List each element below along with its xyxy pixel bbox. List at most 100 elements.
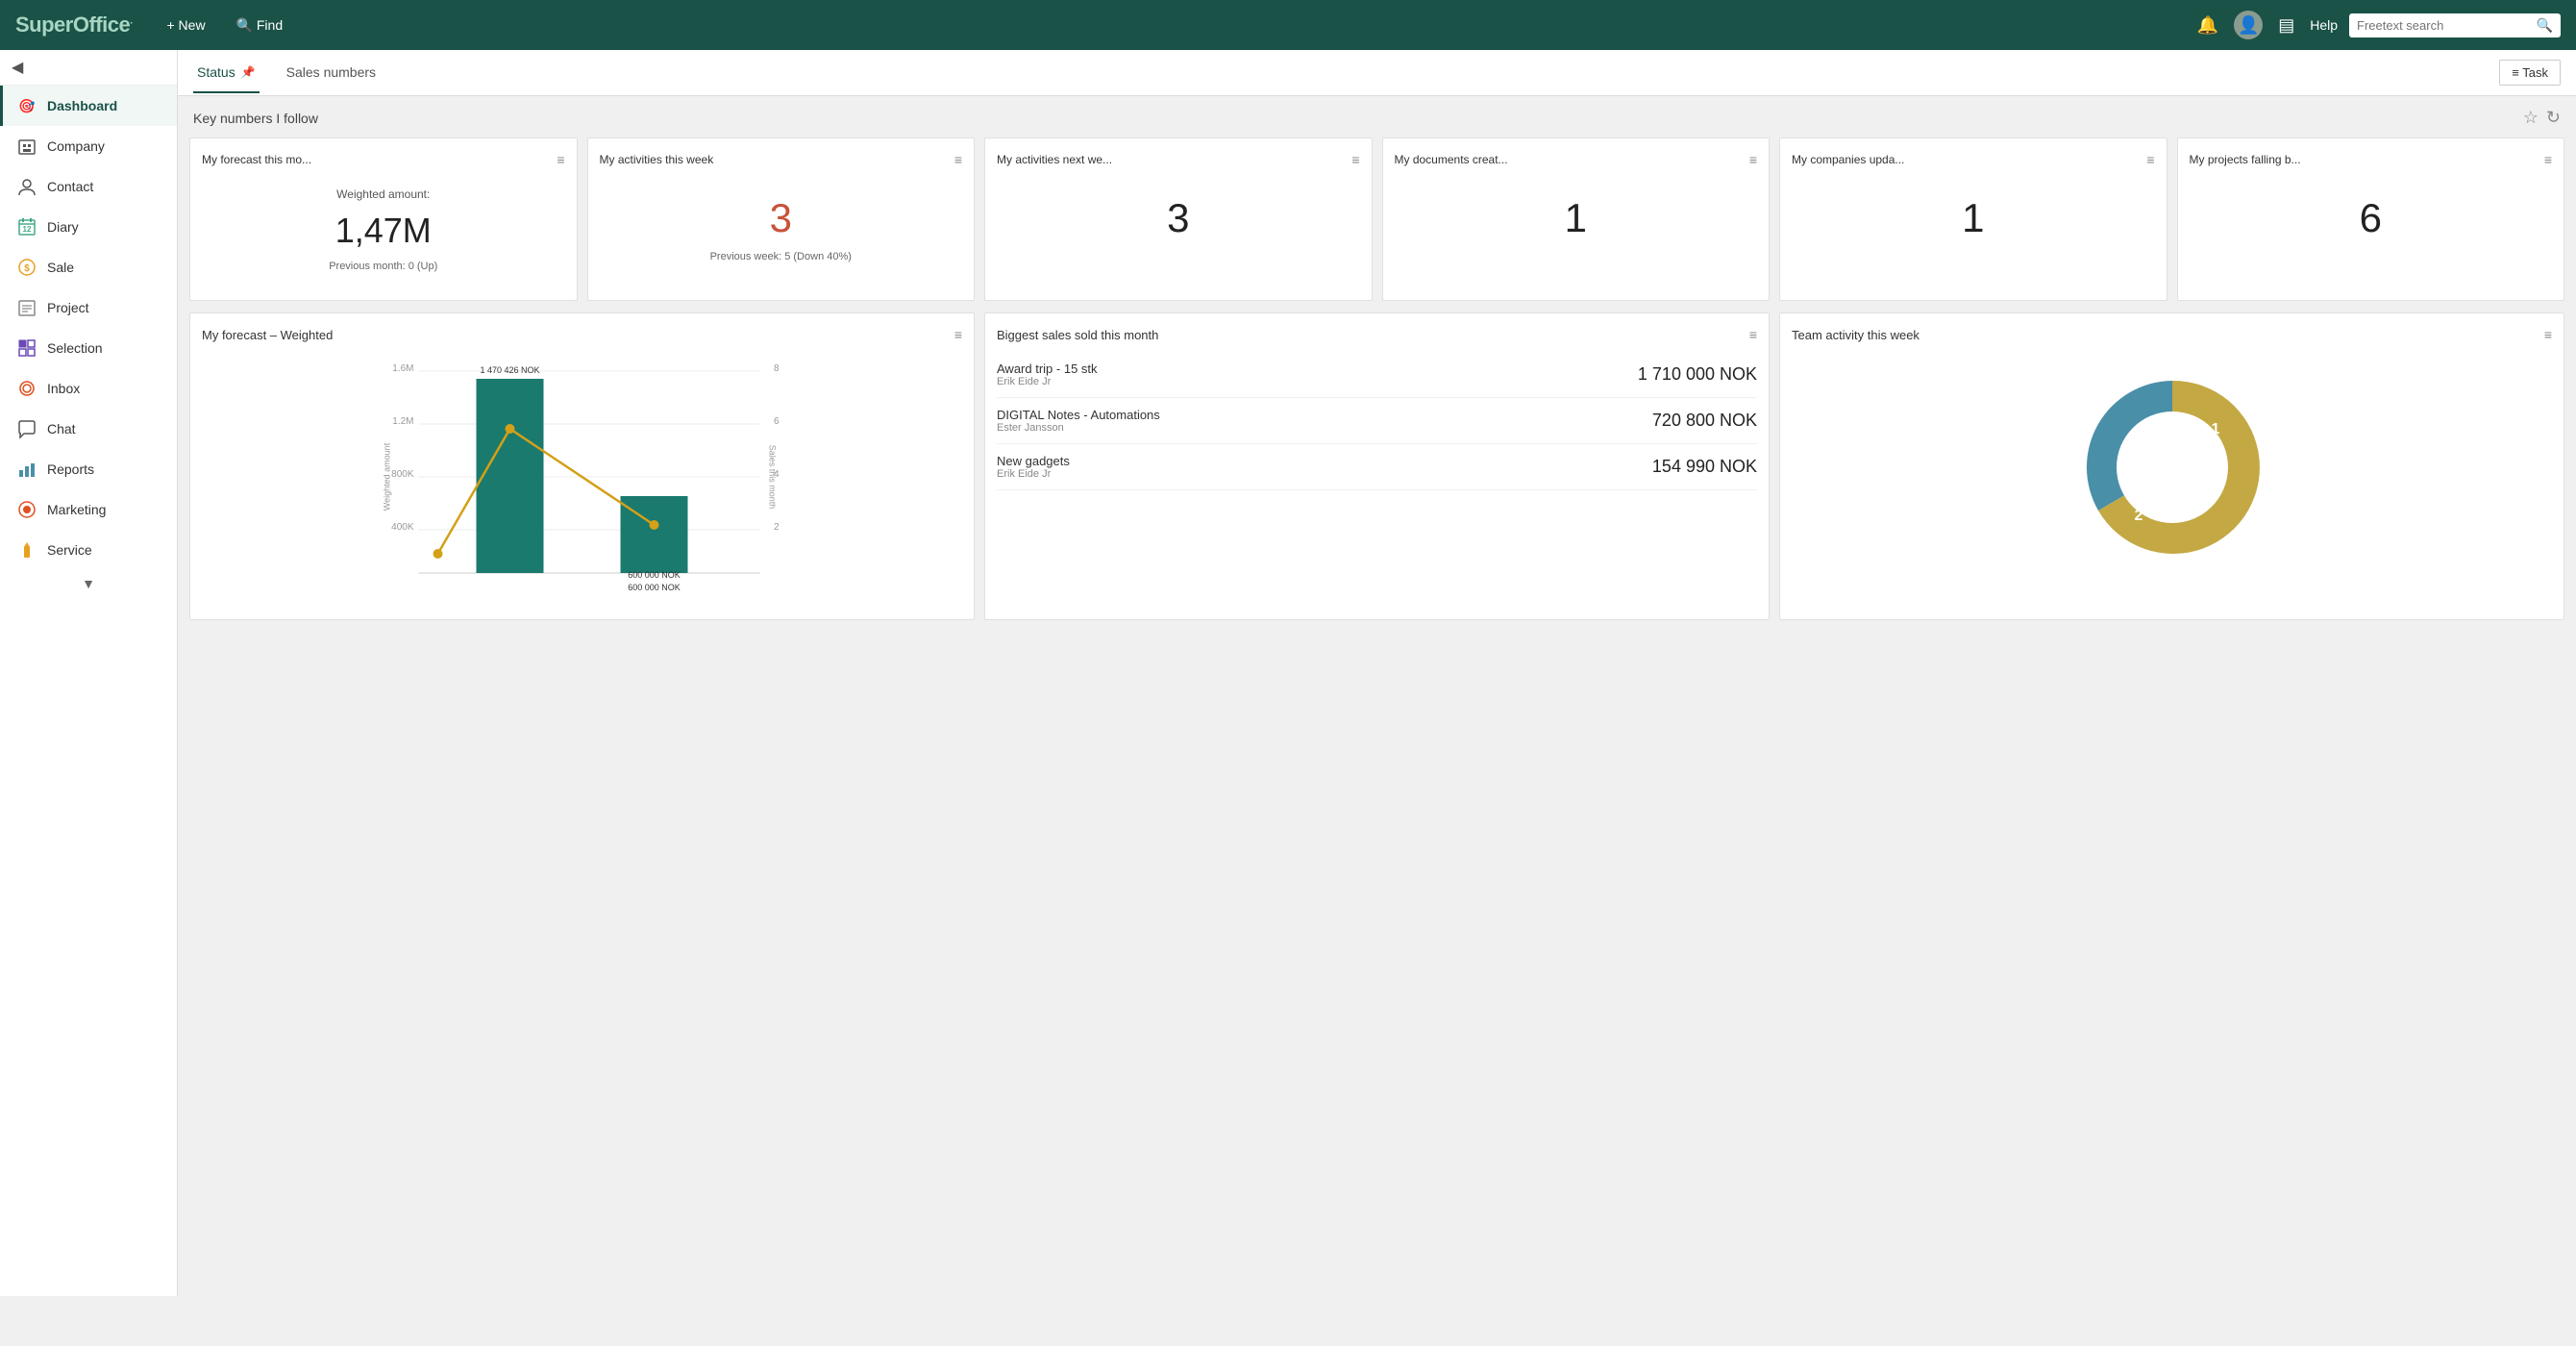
- sidebar-item-chat[interactable]: Chat: [0, 409, 177, 449]
- kpi-value: 3: [997, 176, 1360, 251]
- svg-text:2: 2: [774, 522, 780, 533]
- find-button[interactable]: 🔍 Find: [229, 13, 291, 37]
- contact-icon: [16, 176, 37, 197]
- sidebar-item-contact[interactable]: Contact: [0, 166, 177, 207]
- user-avatar[interactable]: 👤: [2234, 11, 2263, 39]
- sidebar-item-diary[interactable]: 12 Diary: [0, 207, 177, 247]
- sales-numbers-label: Sales numbers: [286, 64, 376, 80]
- sidebar-item-service[interactable]: Service: [0, 530, 177, 570]
- sidebar-scroll-down[interactable]: ▼: [0, 570, 177, 597]
- sidebar-item-project[interactable]: Project: [0, 287, 177, 328]
- kpi-card-projects: My projects falling b... ≡ 6: [2177, 137, 2565, 301]
- refresh-button[interactable]: ↻: [2546, 108, 2561, 128]
- svg-text:Weighted amount: Weighted amount: [383, 442, 392, 511]
- kpi-sub2: Previous week: 5 (Down 40%): [600, 251, 963, 262]
- kpi-menu-button[interactable]: ≡: [557, 152, 564, 167]
- sidebar-item-marketing[interactable]: Marketing: [0, 489, 177, 530]
- sidebar-item-label: Chat: [47, 421, 76, 436]
- dashboard-scrollable[interactable]: Key numbers I follow ☆ ↻ My forecast thi…: [178, 96, 2576, 1296]
- bottom-row: My forecast – Weighted ≡ 1.6M 1.2M 800K …: [189, 312, 2564, 620]
- svg-text:1.2M: 1.2M: [392, 416, 413, 427]
- sidebar-item-label: Diary: [47, 219, 79, 235]
- selection-icon: [16, 337, 37, 359]
- kpi-menu-button[interactable]: ≡: [2544, 152, 2552, 167]
- sales-row: New gadgets Erik Eide Jr 154 990 NOK: [997, 444, 1757, 490]
- kpi-menu-button[interactable]: ≡: [954, 152, 962, 167]
- biggest-sales-title: Biggest sales sold this month: [997, 328, 1158, 342]
- notification-bell[interactable]: 🔔: [2193, 12, 2222, 39]
- svg-text:12: 12: [23, 225, 32, 234]
- kpi-value: 6: [2190, 176, 2553, 251]
- section-actions: ☆ ↻: [2523, 108, 2561, 128]
- svg-text:1.6M: 1.6M: [392, 363, 413, 374]
- chat-icon: [16, 418, 37, 439]
- svg-text:2: 2: [2134, 508, 2143, 524]
- svg-text:1 470 426 NOK: 1 470 426 NOK: [480, 365, 539, 375]
- sidebar-item-label: Selection: [47, 340, 103, 356]
- task-label: ≡ Task: [2512, 65, 2548, 80]
- kpi-card-forecast: My forecast this mo... ≡ Weighted amount…: [189, 137, 578, 301]
- main-content: Status 📌 Sales numbers ≡ Task Key number…: [178, 50, 2576, 1296]
- kpi-card-title: My forecast this mo...: [202, 152, 311, 168]
- forecast-chart-svg: 1.6M 1.2M 800K 400K 8 6 4 2 Weighted amo…: [202, 352, 962, 602]
- service-icon: [16, 539, 37, 561]
- kpi-card-title: My documents creat...: [1395, 152, 1508, 168]
- topbar-icons: 🔔 👤 ▤ Help 🔍: [2193, 11, 2561, 39]
- sales-amount: 1 710 000 NOK: [1638, 364, 1757, 385]
- sidebar-item-company[interactable]: Company: [0, 126, 177, 166]
- biggest-sales-card: Biggest sales sold this month ≡ Award tr…: [984, 312, 1770, 620]
- forecast-chart-menu[interactable]: ≡: [954, 327, 962, 342]
- sales-name: New gadgets: [997, 454, 1641, 468]
- sidebar-item-reports[interactable]: Reports: [0, 449, 177, 489]
- sales-amount: 720 800 NOK: [1652, 411, 1757, 431]
- search-input[interactable]: [2357, 18, 2531, 33]
- kpi-menu-button[interactable]: ≡: [2146, 152, 2154, 167]
- sidebar-item-sale[interactable]: $ Sale: [0, 247, 177, 287]
- forecast-chart-title: My forecast – Weighted: [202, 328, 333, 342]
- biggest-sales-menu[interactable]: ≡: [1749, 327, 1757, 342]
- tab-sales-numbers[interactable]: Sales numbers: [283, 53, 380, 93]
- kpi-value: 1: [1792, 176, 2155, 251]
- kpi-value: 1,47M: [202, 201, 565, 261]
- sales-name: DIGITAL Notes - Automations: [997, 408, 1641, 422]
- svg-text:600 000 NOK: 600 000 NOK: [628, 570, 681, 580]
- sale-icon: $: [16, 257, 37, 278]
- kpi-sub2: Previous month: 0 (Up): [202, 261, 565, 272]
- kpi-card-companies: My companies upda... ≡ 1: [1779, 137, 2167, 301]
- sidebar-item-inbox[interactable]: Inbox: [0, 368, 177, 409]
- sidebar-item-selection[interactable]: Selection: [0, 328, 177, 368]
- kpi-menu-button[interactable]: ≡: [1749, 152, 1757, 167]
- new-label: + New: [166, 17, 205, 33]
- company-icon: [16, 136, 37, 157]
- marketing-icon: [16, 499, 37, 520]
- tab-status[interactable]: Status 📌: [193, 53, 260, 93]
- svg-text:1: 1: [2211, 421, 2219, 437]
- sales-person: Erik Eide Jr: [997, 376, 1626, 387]
- sidebar-item-label: Project: [47, 300, 89, 315]
- svg-text:$: $: [24, 263, 30, 274]
- sales-table: Award trip - 15 stk Erik Eide Jr 1 710 0…: [997, 352, 1757, 490]
- sidebar-item-dashboard[interactable]: 🎯 Dashboard: [0, 86, 177, 126]
- dashboard-tabs: Status 📌 Sales numbers ≡ Task: [178, 50, 2576, 96]
- kpi-menu-button[interactable]: ≡: [1351, 152, 1359, 167]
- star-button[interactable]: ☆: [2523, 108, 2539, 128]
- team-activity-card: Team activity this week ≡: [1779, 312, 2564, 620]
- diary-icon: 12: [16, 216, 37, 237]
- sidebar-collapse-button[interactable]: ◀: [0, 50, 177, 86]
- donut-chart: 2 1: [1792, 352, 2552, 583]
- logo-text: SuperOffice.: [15, 12, 132, 37]
- new-button[interactable]: + New: [159, 13, 212, 37]
- sales-amount: 154 990 NOK: [1652, 457, 1757, 477]
- message-icon[interactable]: ▤: [2274, 12, 2298, 39]
- project-icon: [16, 297, 37, 318]
- inbox-icon: [16, 378, 37, 399]
- task-button[interactable]: ≡ Task: [2499, 60, 2561, 86]
- sidebar-item-label: Contact: [47, 179, 93, 194]
- search-box: 🔍: [2349, 13, 2561, 37]
- svg-text:Sales this month: Sales this month: [768, 445, 778, 510]
- kpi-card-title: My companies upda...: [1792, 152, 1904, 168]
- sidebar-item-label: Inbox: [47, 381, 80, 396]
- kpi-value: 1: [1395, 176, 1758, 251]
- team-activity-menu[interactable]: ≡: [2544, 327, 2552, 342]
- sidebar: ◀ 🎯 Dashboard Company Contact 12 Diary $: [0, 50, 178, 1296]
